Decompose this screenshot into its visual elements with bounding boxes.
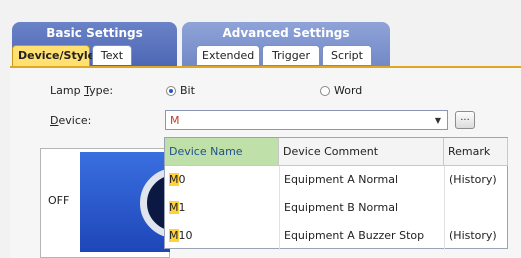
off-state-label: OFF xyxy=(48,194,70,207)
bit-radio[interactable] xyxy=(166,86,176,96)
tab-trigger[interactable]: Trigger xyxy=(262,45,320,65)
device-label: Device: xyxy=(50,114,92,127)
basic-settings-title: Basic Settings xyxy=(46,26,143,40)
device-list-item[interactable]: M1 Equipment B Normal xyxy=(165,194,507,222)
browse-device-button[interactable]: ... xyxy=(455,111,475,129)
device-dropdown-list[interactable]: Device Name Device Comment Remark M0 Equ… xyxy=(164,137,508,250)
tab-script[interactable]: Script xyxy=(322,45,372,65)
device-name-cell: M1 xyxy=(169,201,186,214)
lamp-type-label: Lamp Type: xyxy=(50,84,114,97)
column-header-device-comment[interactable]: Device Comment xyxy=(279,138,444,166)
column-header-remark[interactable]: Remark xyxy=(444,138,508,166)
column-header-device-name[interactable]: Device Name xyxy=(165,138,279,166)
tab-extended[interactable]: Extended xyxy=(196,45,260,65)
device-combo-input[interactable]: M ▼ xyxy=(165,110,448,130)
dropdown-arrow-icon[interactable]: ▼ xyxy=(435,116,441,125)
word-radio-label[interactable]: Word xyxy=(334,84,362,97)
tab-text[interactable]: Text xyxy=(92,45,132,65)
bit-radio-label[interactable]: Bit xyxy=(180,84,195,97)
device-remark-cell: (History) xyxy=(444,166,508,194)
device-comment-cell: Equipment B Normal xyxy=(279,194,444,222)
word-radio[interactable] xyxy=(320,86,330,96)
device-list-item[interactable]: M0 Equipment A Normal (History) xyxy=(165,166,507,194)
tab-device-style[interactable]: Device/Style* xyxy=(12,45,101,66)
device-name-cell: M0 xyxy=(169,173,186,186)
advanced-settings-title: Advanced Settings xyxy=(222,26,350,40)
device-input-value: M xyxy=(170,114,180,127)
device-remark-cell xyxy=(444,194,508,222)
device-comment-cell: Equipment A Normal xyxy=(279,166,444,194)
